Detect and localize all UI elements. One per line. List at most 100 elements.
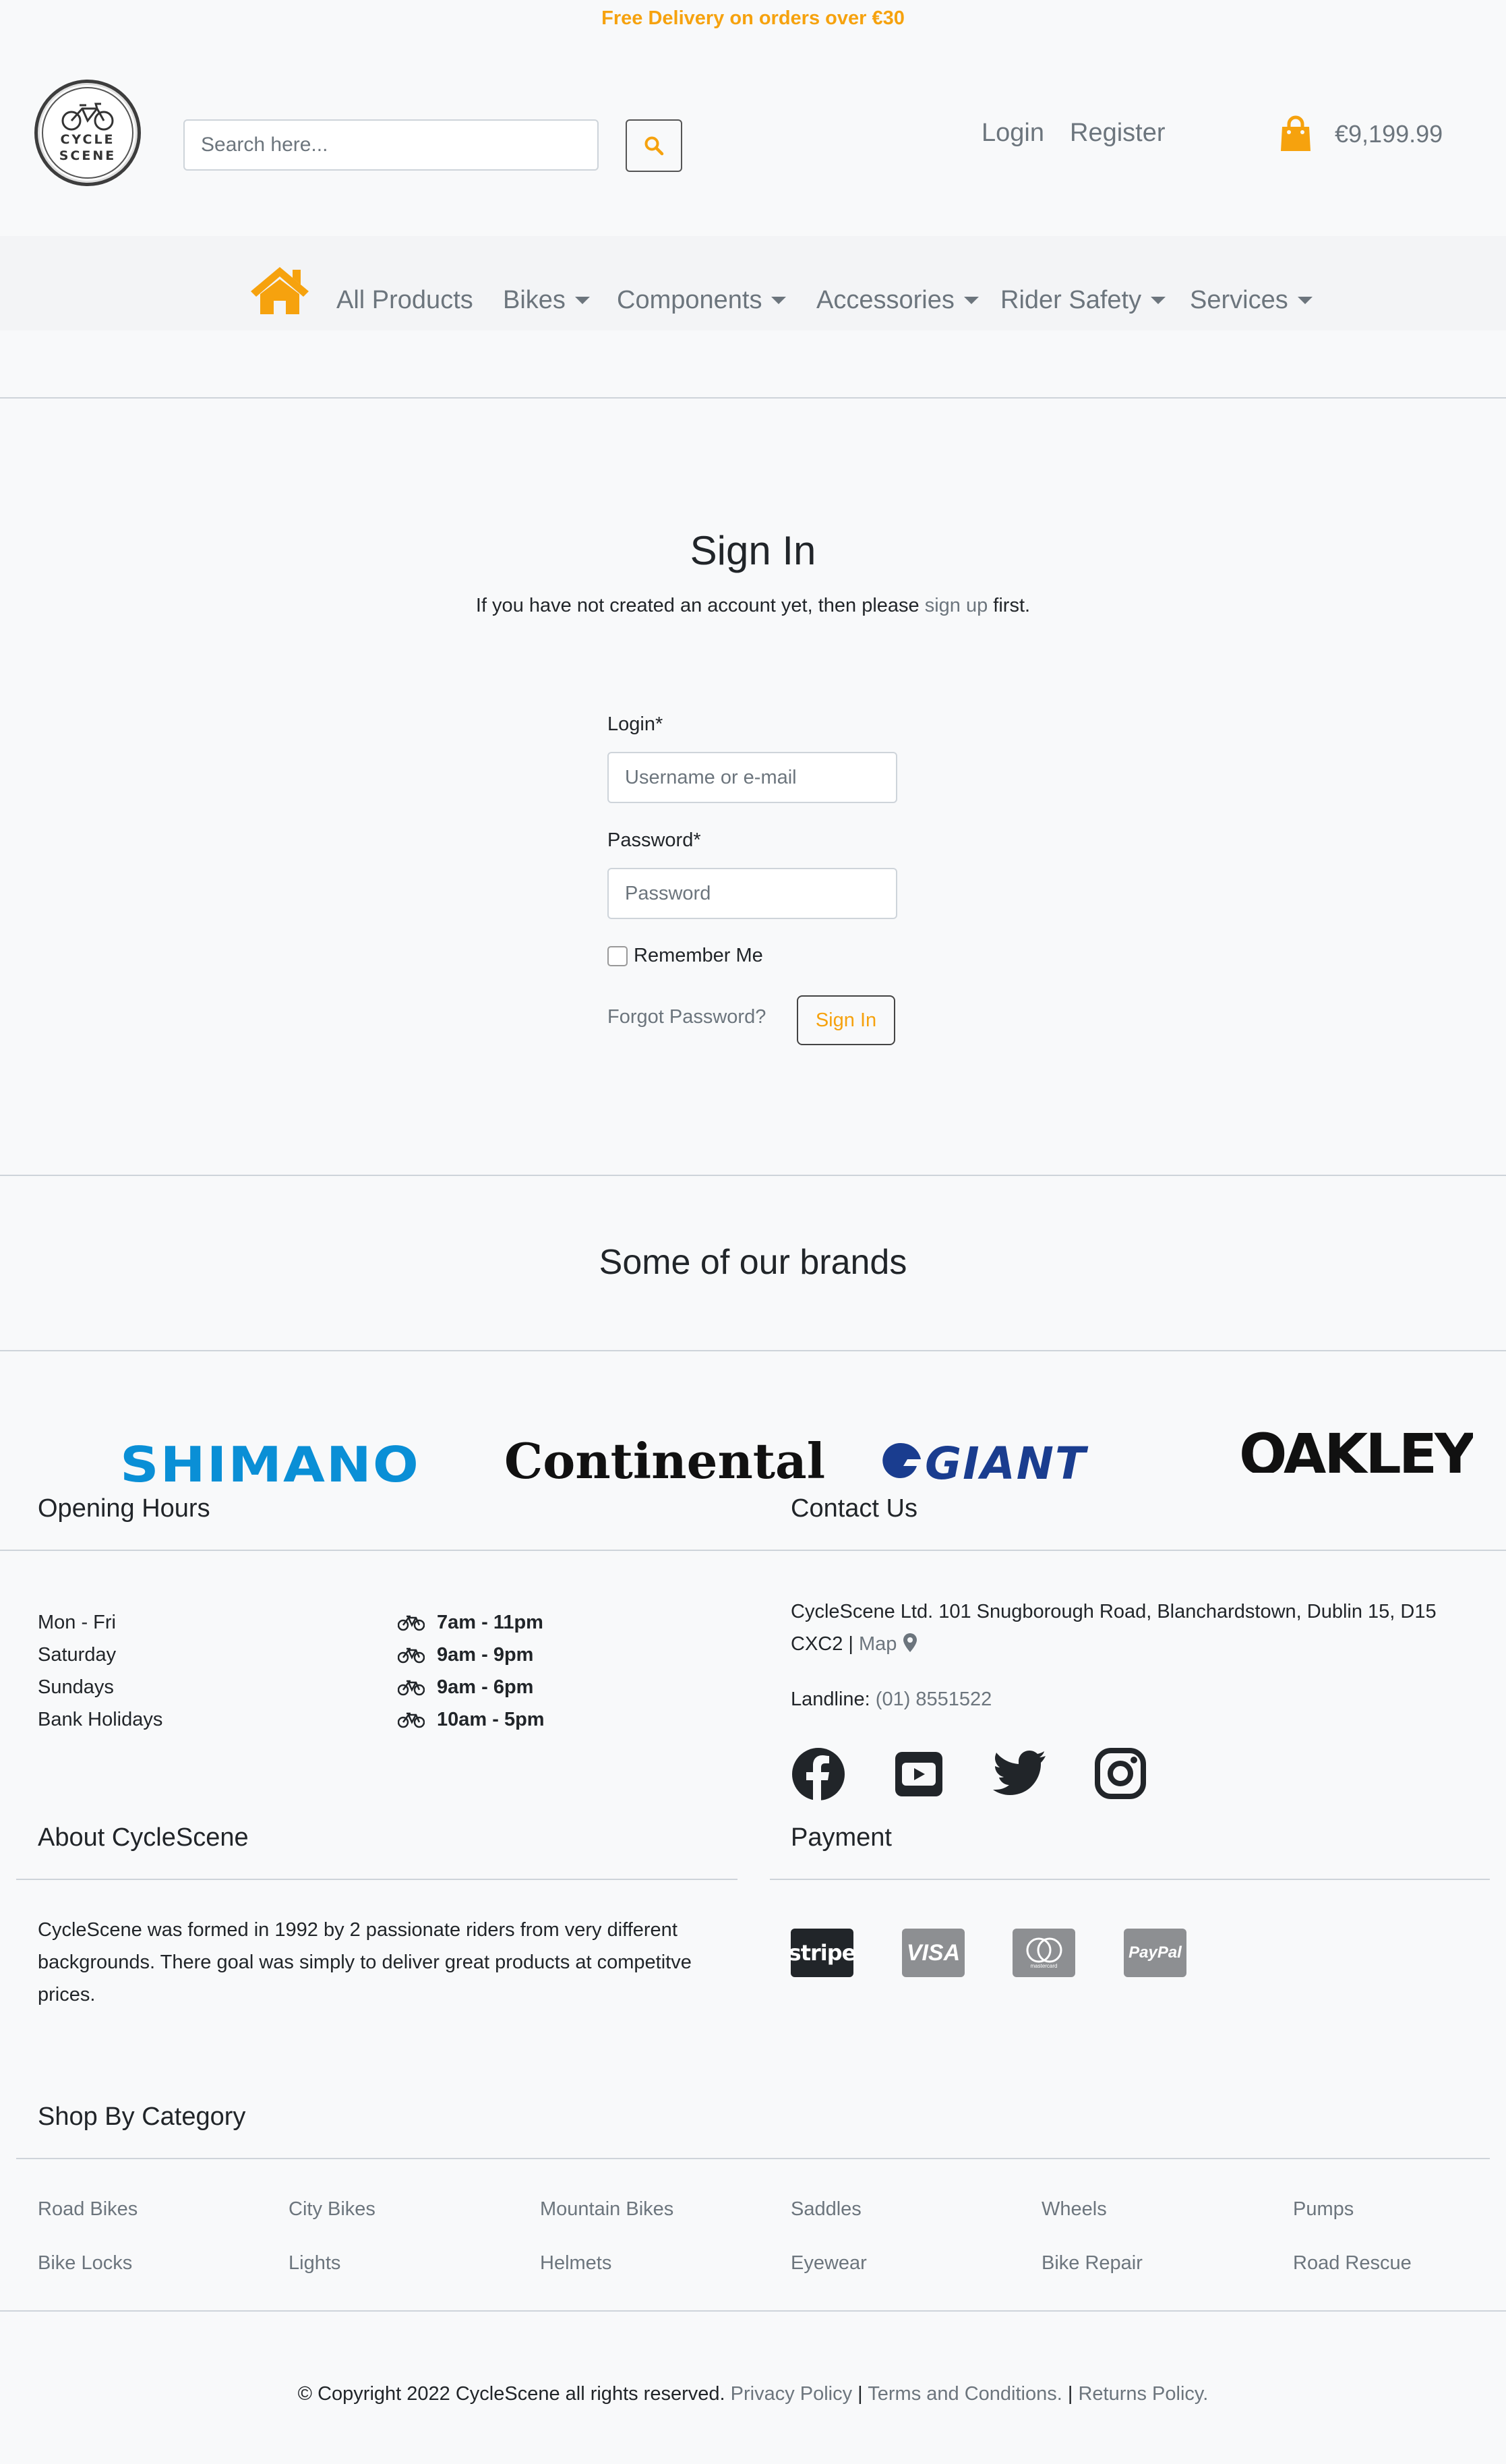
hours-day: Bank Holidays — [38, 1709, 163, 1730]
brand-logo-continental: Continental — [504, 1432, 826, 1490]
sign-up-link[interactable]: sign up — [925, 595, 988, 616]
nav-label: Bikes — [503, 286, 566, 314]
category-bike-locks[interactable]: Bike Locks — [38, 2252, 132, 2275]
bicycle-icon — [398, 1647, 425, 1663]
nav-label: Services — [1190, 286, 1288, 314]
brands-title: Some of our brands — [599, 1243, 907, 1282]
about-title: About CycleScene — [38, 1823, 249, 1852]
returns-policy-link[interactable]: Returns Policy. — [1078, 2383, 1208, 2405]
privacy-policy-link[interactable]: Privacy Policy — [731, 2383, 853, 2405]
password-field[interactable] — [607, 868, 897, 919]
category-helmets[interactable]: Helmets — [540, 2252, 611, 2275]
nav-all-products[interactable]: All Products — [336, 286, 473, 315]
login-link[interactable]: Login — [982, 119, 1044, 148]
delivery-banner-text: Free Delivery on orders over €30 — [601, 7, 905, 29]
site-logo[interactable]: CYCLE SCENE — [34, 80, 141, 186]
payment-title: Payment — [791, 1823, 892, 1852]
category-lights[interactable]: Lights — [289, 2252, 340, 2275]
shop-by-category-title: Shop By Category — [38, 2103, 246, 2131]
sign-in-button-label: Sign In — [815, 1009, 877, 1031]
nav-label: Rider Safety — [1000, 286, 1142, 314]
page-title: Sign In — [690, 528, 816, 573]
home-icon[interactable] — [248, 264, 311, 316]
nav-bikes[interactable]: Bikes — [503, 286, 590, 315]
landline-label: Landline: — [791, 1689, 876, 1710]
remember-me-checkbox[interactable] — [607, 946, 628, 966]
terms-link[interactable]: Terms and Conditions. — [868, 2383, 1062, 2405]
category-eyewear[interactable]: Eyewear — [791, 2252, 867, 2275]
stripe-icon: stripe — [789, 1929, 856, 1977]
forgot-password-link[interactable]: Forgot Password? — [607, 1006, 766, 1028]
nav-rider-safety[interactable]: Rider Safety — [1000, 286, 1166, 315]
cart-total[interactable]: €9,199.99 — [1335, 120, 1443, 148]
shopping-bag-icon[interactable] — [1279, 115, 1312, 152]
nav-label: Components — [617, 286, 762, 314]
category-mountain-bikes[interactable]: Mountain Bikes — [540, 2198, 673, 2221]
caret-down-icon — [1297, 297, 1313, 304]
hours-time-row: 7am - 11pm — [398, 1612, 543, 1634]
divider — [16, 1879, 737, 1880]
map-marker-icon[interactable] — [903, 1633, 917, 1653]
contact-address: CycleScene Ltd. 101 Snugborough Road, Bl… — [791, 1595, 1478, 1660]
address-line2: CXC2 | — [791, 1633, 860, 1655]
divider — [0, 1175, 1506, 1176]
hours-day: Mon - Fri — [38, 1612, 116, 1633]
hours-time-row: 9am - 6pm — [398, 1676, 533, 1699]
category-road-rescue[interactable]: Road Rescue — [1293, 2252, 1412, 2275]
delivery-banner: Free Delivery on orders over €30 — [0, 0, 1506, 36]
logo-line2: SCENE — [59, 148, 117, 163]
remember-me-label[interactable]: Remember Me — [634, 945, 763, 967]
mastercard-icon: mastercard — [1013, 1929, 1075, 1977]
hours-time: 9am - 9pm — [437, 1644, 534, 1666]
address-line1: CycleScene Ltd. 101 Snugborough Road, Bl… — [791, 1601, 1437, 1622]
register-link[interactable]: Register — [1070, 119, 1166, 148]
hours-time: 9am - 6pm — [437, 1676, 534, 1698]
category-city-bikes[interactable]: City Bikes — [289, 2198, 375, 2221]
bicycle-icon — [398, 1615, 425, 1631]
caret-down-icon — [574, 297, 590, 304]
paypal-icon: PayPal — [1124, 1929, 1186, 1977]
divider — [770, 1879, 1490, 1880]
hours-time: 10am - 5pm — [437, 1709, 545, 1730]
category-road-bikes[interactable]: Road Bikes — [38, 2198, 138, 2221]
brand-logo-oakley: OAKLEY — [1239, 1421, 1473, 1473]
copyright-text: © Copyright 2022 CycleScene all rights r… — [297, 2383, 731, 2405]
landline: Landline: (01) 8551522 — [791, 1683, 992, 1715]
brand-logo-giant: GIANT — [925, 1438, 1087, 1490]
youtube-icon[interactable] — [894, 1751, 944, 1798]
hours-time-row: 9am - 9pm — [398, 1644, 533, 1666]
search-icon — [644, 136, 664, 156]
hours-time: 7am - 11pm — [437, 1612, 543, 1633]
category-bike-repair[interactable]: Bike Repair — [1042, 2252, 1143, 2275]
login-label: Login* — [607, 713, 663, 735]
divider — [0, 1350, 1506, 1351]
nav-services[interactable]: Services — [1190, 286, 1313, 315]
search-input[interactable] — [183, 119, 599, 171]
divider — [0, 2310, 1506, 2312]
category-saddles[interactable]: Saddles — [791, 2198, 862, 2221]
instagram-icon[interactable] — [1095, 1748, 1146, 1799]
category-wheels[interactable]: Wheels — [1042, 2198, 1107, 2221]
divider — [16, 2158, 1490, 2159]
signin-subtitle: If you have not created an account yet, … — [475, 595, 1031, 616]
contact-us-title: Contact Us — [791, 1494, 917, 1523]
hours-time-row: 10am - 5pm — [398, 1709, 545, 1731]
facebook-icon[interactable] — [791, 1747, 846, 1802]
nav-accessories[interactable]: Accessories — [816, 286, 979, 315]
twitter-icon[interactable] — [993, 1751, 1047, 1796]
landline-number[interactable]: (01) 8551522 — [876, 1689, 992, 1710]
nav-components[interactable]: Components — [617, 286, 787, 315]
login-field[interactable] — [607, 752, 897, 803]
logo-line1: CYCLE — [60, 132, 115, 147]
visa-icon: VISA — [902, 1929, 965, 1977]
nav-label: All Products — [336, 286, 473, 314]
divider — [0, 397, 1506, 399]
category-pumps[interactable]: Pumps — [1293, 2198, 1354, 2221]
sign-in-button[interactable]: Sign In — [797, 995, 895, 1045]
nav-label: Accessories — [816, 286, 955, 314]
map-link[interactable]: Map — [859, 1633, 897, 1655]
search-button[interactable] — [626, 119, 682, 172]
about-text: CycleScene was formed in 1992 by 2 passi… — [38, 1919, 692, 2005]
opening-hours-title: Opening Hours — [38, 1494, 210, 1523]
caret-down-icon — [1151, 297, 1166, 304]
